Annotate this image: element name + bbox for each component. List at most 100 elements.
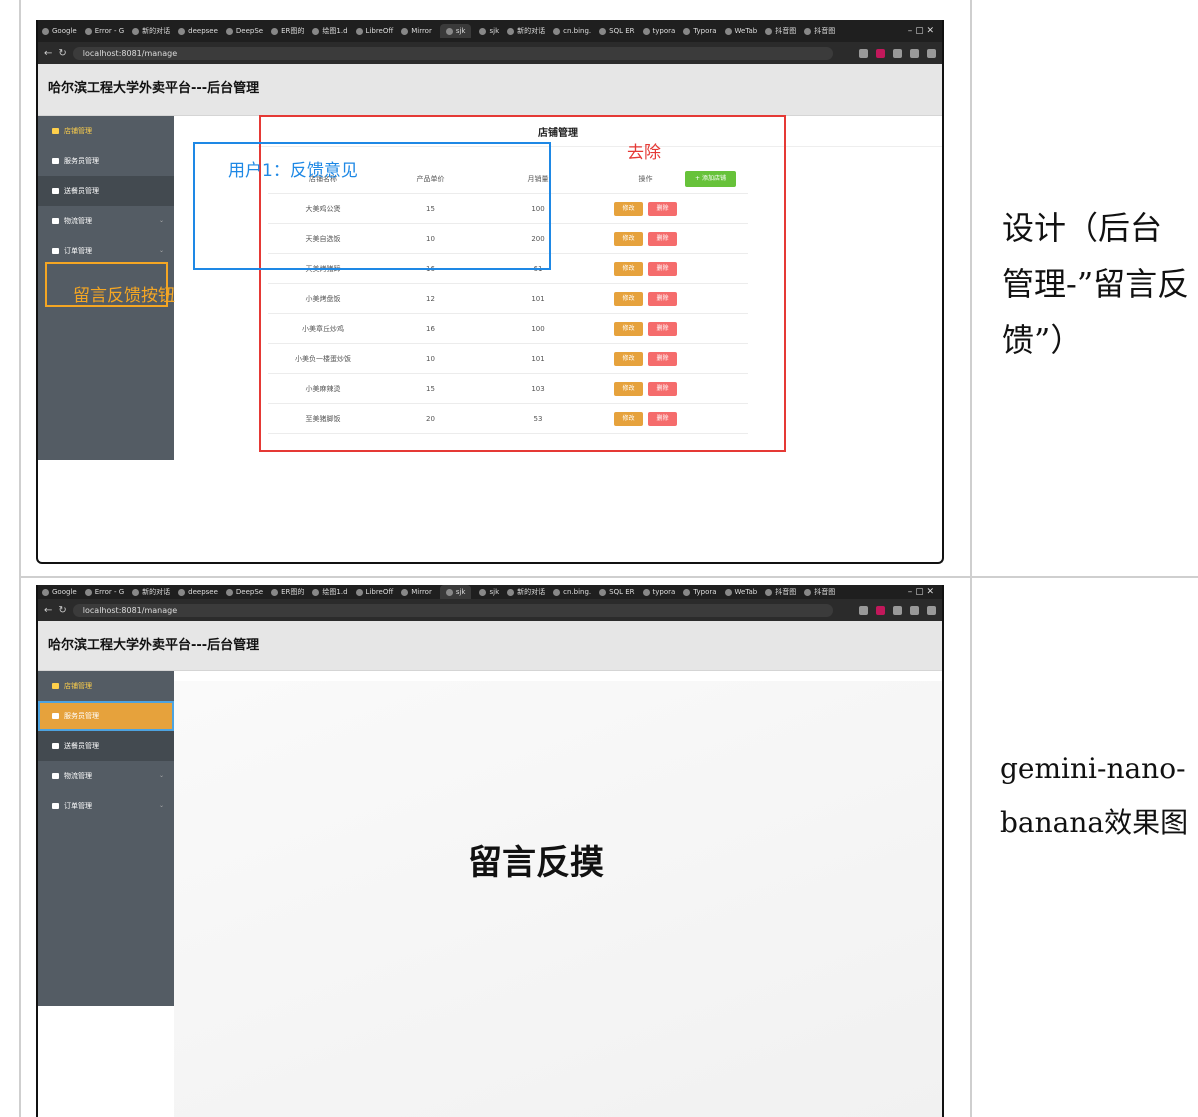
browser-tab[interactable]: WeTab <box>724 27 758 35</box>
window-controls[interactable]: – ▢ ✕ <box>908 587 942 597</box>
browser-tab[interactable]: sjk <box>439 24 472 38</box>
tab-label: ER图的 <box>281 27 305 35</box>
browser-tab[interactable]: ER图的 <box>271 26 304 36</box>
browser-tab[interactable]: 抖音图 <box>765 587 796 597</box>
tab-label: ER图的 <box>281 588 305 596</box>
favicon-icon <box>553 588 561 596</box>
tab-label: sjk <box>455 588 466 596</box>
browser-address-bar: ← ↻ localhost:8081/manage <box>38 42 942 64</box>
browser-tab[interactable]: SQL ER <box>599 588 635 596</box>
tab-label: 新的对话 <box>142 588 171 596</box>
browser-tab[interactable]: sjk <box>479 588 499 596</box>
favicon-icon <box>401 588 409 596</box>
browser-tab[interactable]: deepsee <box>178 588 218 596</box>
reload-icon[interactable]: ↻ <box>58 48 66 59</box>
favicon-icon <box>683 27 691 35</box>
reload-icon[interactable]: ↻ <box>58 605 66 616</box>
tab-label: 抖音图 <box>814 588 836 596</box>
browser-tab[interactable]: typora <box>642 27 675 35</box>
app-header-title: 哈尔滨工程大学外卖平台---后台管理 <box>38 64 942 116</box>
favicon-icon <box>479 27 487 35</box>
browser-tab[interactable]: Error - G <box>84 588 124 596</box>
tab-label: 新的对话 <box>142 27 171 35</box>
browser-tab[interactable]: 绘图1.d <box>312 26 348 36</box>
tab-label: cn.bing. <box>563 588 592 596</box>
tab-label: 绘图1.d <box>322 588 348 596</box>
browser-tab[interactable]: deepsee <box>178 27 218 35</box>
browser-tab[interactable]: WeTab <box>724 588 757 596</box>
url-field[interactable]: localhost:8081/manage <box>72 603 833 617</box>
back-icon[interactable]: ← <box>44 48 52 59</box>
list-icon <box>52 803 59 809</box>
browser-tab[interactable]: Typora <box>683 588 717 596</box>
browser-tab[interactable]: 新的对话 <box>507 26 545 36</box>
browser-tab[interactable]: Google <box>42 588 77 596</box>
tab-label: LibreOff <box>365 588 394 596</box>
browser-tab[interactable]: 新的对话 <box>132 587 170 597</box>
favicon-icon <box>765 588 773 596</box>
browser-tab[interactable]: ER图的 <box>271 587 304 597</box>
feedback-button-annotation: 留言反馈按钮 <box>73 286 175 306</box>
browser-tab[interactable]: LibreOff <box>355 588 394 596</box>
browser-tab[interactable]: 抖音图 <box>765 26 796 36</box>
shop-icon <box>52 683 59 689</box>
favicon-icon <box>42 588 49 596</box>
favicon-icon <box>724 27 732 35</box>
browser-tab[interactable]: Error - G <box>84 27 124 35</box>
tab-label: SQL ER <box>609 588 635 596</box>
browser-tab[interactable]: 抖音图 <box>804 26 835 36</box>
menu-label: 服务员管理 <box>64 157 99 165</box>
favicon-icon <box>132 27 140 35</box>
menu-item-couriers[interactable]: 送餐员管理 <box>38 731 174 761</box>
tab-label: sjk <box>455 27 466 35</box>
browser-tab[interactable]: sjk <box>439 585 472 599</box>
menu-label: 物流管理 <box>64 772 92 780</box>
browser-tab[interactable]: cn.bing. <box>553 27 591 35</box>
browser-tab[interactable]: typora <box>642 588 675 596</box>
favicon-icon <box>507 27 515 35</box>
browser-tab[interactable]: Google <box>42 27 77 35</box>
tab-label: WeTab <box>734 27 758 35</box>
tab-label: 新的对话 <box>517 27 546 35</box>
back-icon[interactable]: ← <box>44 605 52 616</box>
browser-tab[interactable]: 新的对话 <box>132 26 170 36</box>
browser-tab[interactable]: 抖音图 <box>804 587 835 597</box>
url-field[interactable]: localhost:8081/manage <box>72 46 833 60</box>
favicon-icon <box>765 27 773 35</box>
tab-label: 抖音图 <box>814 27 836 35</box>
design-screenshot: Google Error - G 新的对话 deepsee DeepSe ER图的 绘图1.… <box>36 20 944 564</box>
menu-item-logistics[interactable]: 物流管理 ⌄ <box>38 206 174 236</box>
browser-tab[interactable]: 绘图1.d <box>312 587 348 597</box>
shop-icon <box>52 128 59 134</box>
browser-tab[interactable]: 新的对话 <box>507 587 545 597</box>
favicon-icon <box>84 588 92 596</box>
menu-item-waiters[interactable]: 服务员管理 <box>38 701 174 731</box>
favicon-icon <box>445 27 453 35</box>
user-icon <box>52 713 59 719</box>
menu-item-stores[interactable]: 店铺管理 <box>38 116 174 146</box>
favicon-icon <box>178 27 186 35</box>
browser-tab[interactable]: sjk <box>479 27 499 35</box>
chevron-down-icon: ⌄ <box>158 802 164 809</box>
caption-design: 设计（后台管理-”留言反馈”） <box>1002 209 1190 359</box>
browser-tab[interactable]: DeepSe <box>225 27 263 35</box>
tab-label: 抖音图 <box>775 27 797 35</box>
main-content-area <box>174 681 942 1117</box>
window-controls[interactable]: – ▢ ✕ <box>908 26 942 36</box>
browser-tab[interactable]: cn.bing. <box>553 588 591 596</box>
browser-tab[interactable]: DeepSe <box>225 588 264 596</box>
menu-item-logistics[interactable]: 物流管理 ⌄ <box>38 761 174 791</box>
menu-item-stores[interactable]: 店铺管理 <box>38 671 174 701</box>
browser-tab[interactable]: Typora <box>683 27 717 35</box>
favicon-icon <box>599 588 607 596</box>
user-icon <box>52 743 59 749</box>
user-icon <box>52 158 59 164</box>
menu-item-waiters[interactable]: 服务员管理 <box>38 146 174 176</box>
browser-tab[interactable]: Mirror <box>401 588 432 596</box>
menu-item-orders[interactable]: 订单管理 ⌄ <box>38 791 174 821</box>
browser-tab[interactable]: SQL ER <box>599 27 635 35</box>
browser-tab[interactable]: Mirror <box>401 27 432 35</box>
tab-label: DeepSe <box>235 588 264 596</box>
browser-tab[interactable]: LibreOff <box>355 27 393 35</box>
menu-item-couriers[interactable]: 送餐员管理 <box>38 176 174 206</box>
